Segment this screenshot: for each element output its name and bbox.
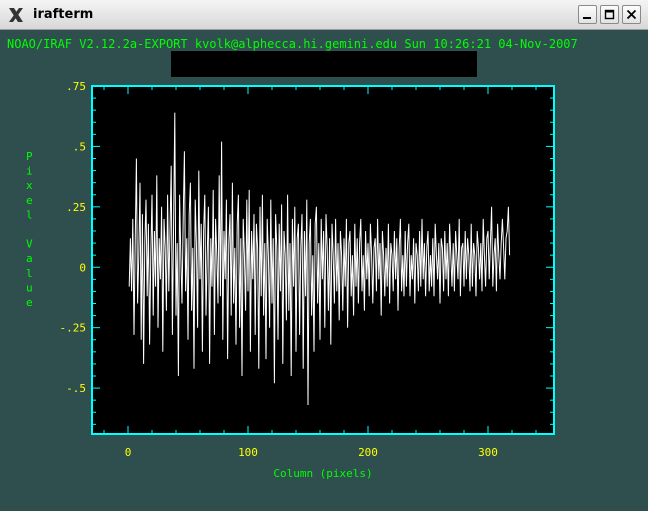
x-tick-label: 200 xyxy=(358,446,378,459)
y-tick-label: .75 xyxy=(66,80,86,93)
close-icon xyxy=(626,9,637,20)
x-tick-label: 100 xyxy=(238,446,258,459)
plot-area: .75.5.250-.25-.5 0 100 200 300 Pixel Value … xyxy=(26,80,555,480)
maximize-button[interactable] xyxy=(600,5,619,24)
y-tick-label: .5 xyxy=(73,140,86,153)
irafterm-window: irafterm NOAO/IRAF V2.12.2a-EXPORT kvolk… xyxy=(0,0,648,511)
x-tick-labels: 0 100 200 300 xyxy=(125,446,498,459)
y-tick-label: -.25 xyxy=(60,322,87,335)
x-tick-label: 0 xyxy=(125,446,132,459)
x-axis-label: Column (pixels) xyxy=(273,467,372,480)
window-title: irafterm xyxy=(33,7,94,22)
y-axis-label: Pixel Value xyxy=(26,150,33,309)
minimize-button[interactable] xyxy=(578,5,597,24)
close-button[interactable] xyxy=(622,5,641,24)
plot-canvas: .75.5.250-.25-.5 0 100 200 300 Pixel Value … xyxy=(26,80,555,480)
title-bar[interactable]: irafterm xyxy=(0,0,648,30)
y-tick-labels: .75 .5 .25 0 -.25 -.5 xyxy=(60,80,87,395)
maximize-icon xyxy=(604,9,615,20)
minimize-icon xyxy=(583,17,591,19)
y-tick-label: -.5 xyxy=(66,382,86,395)
y-tick-label: 0 xyxy=(79,261,86,274)
x-tick-label: 300 xyxy=(478,446,498,459)
x-logo-icon xyxy=(9,8,23,22)
y-tick-label: .25 xyxy=(66,201,86,214)
